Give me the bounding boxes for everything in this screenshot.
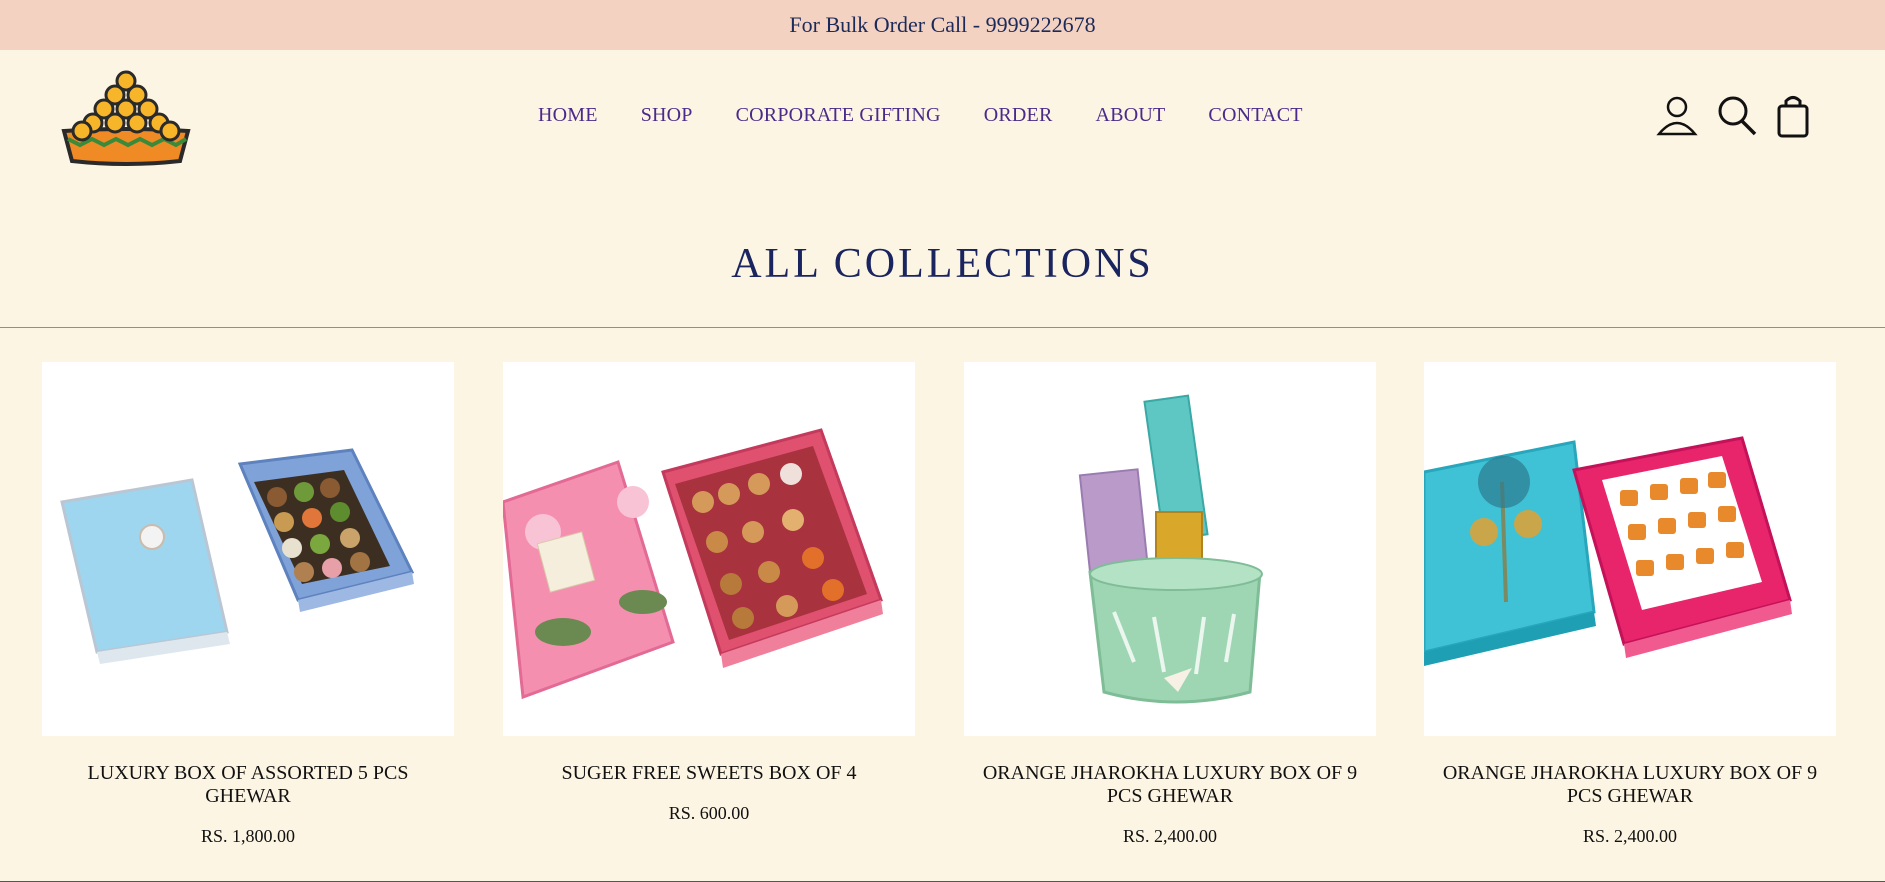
product-price: RS. 2,400.00	[1122, 826, 1218, 846]
product-image[interactable]	[42, 362, 454, 736]
product-image[interactable]	[503, 362, 915, 736]
product-price: RS. 2,400.00	[1582, 826, 1678, 846]
product-image[interactable]	[964, 362, 1376, 736]
nav-home[interactable]: HOME	[538, 104, 598, 127]
nav-order[interactable]: ORDER	[984, 104, 1053, 127]
product-price: RS. 600.00	[668, 803, 750, 823]
product-price: RS. 1,800.00	[200, 826, 296, 846]
announcement-bar: For Bulk Order Call - 9999222678	[0, 0, 1885, 50]
product-card[interactable]: ORANGE JHAROKHA LUXURY BOX OF 9 PCS GHEW…	[1424, 362, 1836, 847]
laddoo-logo-icon[interactable]	[60, 69, 192, 167]
search-icon[interactable]	[1716, 94, 1758, 143]
header-icons	[1656, 94, 1810, 143]
product-name[interactable]: SUGER FREE SWEETS BOX OF 4	[503, 762, 915, 785]
product-name[interactable]: LUXURY BOX OF ASSORTED 5 PCS GHEWAR	[42, 762, 454, 808]
page-title: ALL COLLECTIONS	[731, 241, 1154, 287]
product-card[interactable]: SUGER FREE SWEETS BOX OF 4 RS. 600.00	[503, 362, 915, 824]
nav-contact[interactable]: CONTACT	[1208, 104, 1302, 127]
product-card[interactable]: LUXURY BOX OF ASSORTED 5 PCS GHEWAR RS. …	[42, 362, 454, 847]
shopping-bag-icon[interactable]	[1776, 94, 1810, 143]
product-image[interactable]	[1424, 362, 1836, 736]
main-nav: HOME SHOP CORPORATE GIFTING ORDER ABOUT …	[538, 104, 1303, 127]
nav-shop[interactable]: SHOP	[641, 104, 693, 127]
product-name[interactable]: ORANGE JHAROKHA LUXURY BOX OF 9 PCS GHEW…	[964, 762, 1376, 808]
nav-about[interactable]: ABOUT	[1096, 104, 1166, 127]
product-name[interactable]: ORANGE JHAROKHA LUXURY BOX OF 9 PCS GHEW…	[1424, 762, 1836, 808]
divider	[0, 327, 1885, 328]
nav-corporate-gifting[interactable]: CORPORATE GIFTING	[736, 104, 941, 127]
product-card[interactable]: ORANGE JHAROKHA LUXURY BOX OF 9 PCS GHEW…	[964, 362, 1376, 847]
user-icon[interactable]	[1656, 94, 1698, 143]
bulk-order-text: For Bulk Order Call - 9999222678	[789, 12, 1096, 37]
